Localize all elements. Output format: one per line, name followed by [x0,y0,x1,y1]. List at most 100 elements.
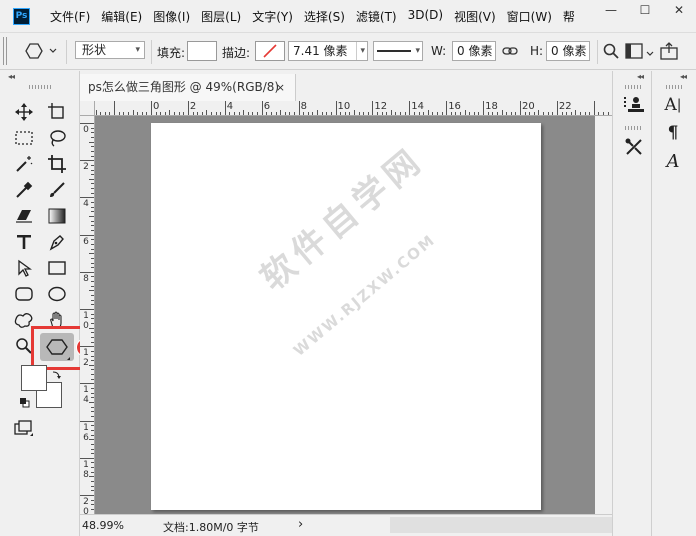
clone-source-icon[interactable] [623,95,645,113]
collapse-panel-icon[interactable]: ◂◂ [680,72,687,81]
swap-colors-icon[interactable] [52,368,62,382]
zoom-level[interactable]: 48.99% [82,519,124,532]
default-colors-icon[interactable] [20,397,30,411]
ruler-tick [464,110,466,115]
search-icon[interactable] [603,43,619,62]
status-menu-arrow[interactable]: › [298,517,303,532]
height-value: 0 像素 [551,44,587,58]
stroke-swatch[interactable] [255,41,285,61]
menu-item[interactable]: 编辑(E) [101,8,142,25]
close-tab-icon[interactable]: × [276,74,285,101]
menu-item[interactable]: 窗口(W) [507,8,552,25]
document-tab-title: ps怎么做三角图形 @ 49%(RGB/8) [88,80,280,94]
share-icon[interactable] [660,42,678,63]
ruler-minor-tick [358,112,360,115]
panel-grip[interactable] [625,85,641,89]
menu-item[interactable]: 3D(D) [408,8,443,25]
ruler-minor-tick [363,112,365,115]
panel-grip[interactable] [666,85,682,89]
panel-grip[interactable] [29,85,51,89]
foreground-color-swatch-front[interactable] [21,365,47,391]
link-icon[interactable] [502,44,518,61]
ruler-label: 20 [522,101,535,112]
rectangle-tool-icon[interactable] [46,257,68,279]
ruler-minor-tick [450,112,452,115]
minimize-button[interactable]: — [594,0,628,20]
collapse-panel-icon[interactable]: ◂◂ [637,72,644,81]
ruler-tick [169,110,171,115]
ruler-tick [538,110,540,115]
height-input[interactable]: 0 像素 [546,41,590,61]
ruler-minor-tick [529,112,531,115]
screen-mode-icon[interactable] [13,417,35,439]
vertical-ruler[interactable]: 0 2 4 6 8 1 0 1 2 1 4 1 6 1 8 2 0 [80,116,95,514]
ruler-minor-tick [201,112,203,115]
document-tab[interactable]: ps怎么做三角图形 @ 49%(RGB/8) × [80,74,296,101]
ruler-tick [372,101,374,115]
move-tool-icon[interactable] [13,101,35,123]
magic-wand-tool-icon[interactable] [13,153,35,175]
ruler-minor-tick [91,369,94,371]
glyphs-panel-icon[interactable]: A [662,151,684,172]
ruler-minor-tick [91,127,94,129]
ruler-tick [89,290,94,292]
workspace-icon[interactable] [625,43,643,62]
path-selection-tool-icon[interactable] [13,257,35,279]
shape-tool-preset-icon[interactable] [25,42,57,60]
character-panel-icon[interactable]: A | [662,95,684,115]
stroke-type-select[interactable]: ▾ [373,41,423,61]
ruler-minor-tick [109,112,111,115]
ruler-label: 1 0 [83,311,89,331]
menu-item[interactable]: 视图(V) [454,8,496,25]
maximize-button[interactable]: ☐ [628,0,662,20]
ruler-minor-tick [510,112,512,115]
menu-item[interactable]: 图像(I) [153,8,190,25]
eyedropper-tool-icon[interactable] [13,179,35,201]
ruler-label: 10 [337,101,351,112]
collapse-panel-icon[interactable]: ◂◂ [8,72,15,81]
panel-grip[interactable] [625,126,641,130]
paragraph-panel-icon[interactable]: ¶ [662,123,684,143]
ruler-minor-tick [91,183,94,185]
ruler-label: 12 [374,101,388,112]
ruler-minor-tick [91,202,94,204]
ruler-tick [151,101,152,115]
stroke-width-input[interactable]: 7.41 像素 ▾ [288,41,368,61]
menu-item[interactable]: 文字(Y) [252,8,293,25]
crop-tool-icon[interactable] [46,153,68,175]
ruler-minor-tick [91,508,94,510]
ruler-minor-tick [91,169,94,171]
menu-item[interactable]: 文件(F) [50,8,90,25]
horizontal-ruler[interactable]: 0 2 4 6 8 10 12 14 16 18 20 22 [95,101,612,116]
eraser-tool-icon[interactable] [13,205,35,227]
ruler-tick [224,101,226,115]
type-tool-icon[interactable] [13,231,35,253]
chevron-down-icon[interactable] [646,46,654,60]
ruler-minor-tick [123,112,125,115]
width-input[interactable]: 0 像素 [452,41,496,61]
close-button[interactable]: ✕ [662,0,696,20]
ruler-tick [80,271,94,273]
artboard-tool-icon[interactable] [46,101,68,123]
tool-presets-icon[interactable] [623,137,645,157]
pen-tool-icon[interactable] [46,231,68,253]
menu-item[interactable]: 选择(S) [304,8,345,25]
fill-swatch[interactable] [187,41,217,61]
gradient-tool-icon[interactable] [46,205,68,227]
vertical-scrollbar[interactable] [595,116,612,514]
rounded-rectangle-tool-icon[interactable] [13,283,35,305]
tool-mode-select[interactable]: 形状 ▾ [75,41,145,59]
ruler-minor-tick [275,112,277,115]
ruler-tick [446,101,448,115]
lasso-tool-icon[interactable] [46,127,68,149]
menu-item[interactable]: 图层(L) [201,8,241,25]
ruler-minor-tick [441,112,443,115]
ellipse-tool-icon[interactable] [46,283,68,305]
menu-item[interactable]: 帮 [563,8,575,25]
separator [597,40,598,64]
ruler-corner[interactable] [80,101,95,116]
menu-item[interactable]: 滤镜(T) [356,8,397,25]
ruler-tick [80,160,94,162]
marquee-tool-icon[interactable] [13,127,35,149]
brush-tool-icon[interactable] [46,179,68,201]
